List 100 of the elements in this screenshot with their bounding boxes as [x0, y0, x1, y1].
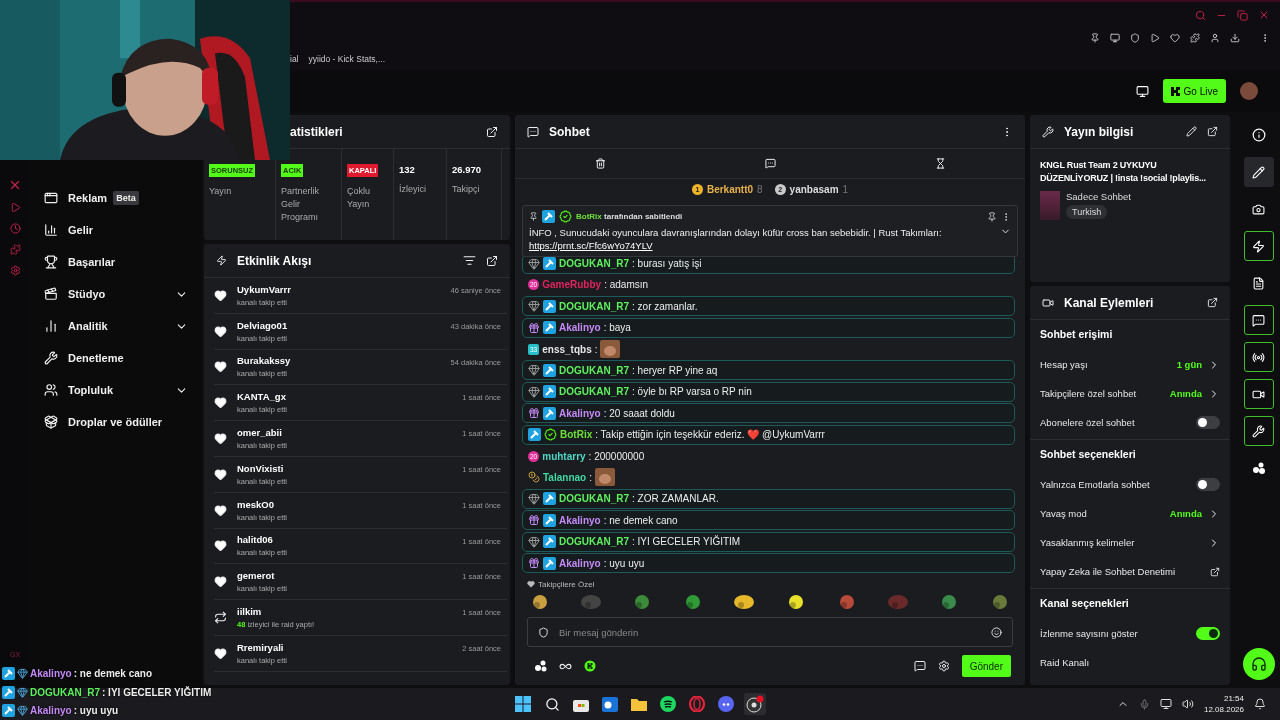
go-live-button[interactable]: Go Live	[1162, 79, 1226, 103]
toggle-switch[interactable]	[1196, 627, 1220, 640]
nav-item[interactable]: Gelir	[44, 214, 202, 246]
restore-icon[interactable]	[1237, 9, 1248, 21]
pencil-icon[interactable]	[1186, 126, 1197, 137]
dots-icon[interactable]	[535, 660, 547, 672]
toggle-switch[interactable]	[1196, 416, 1220, 429]
nav-item[interactable]: Reklam Beta	[44, 182, 202, 214]
message-text: : ne demek cano	[603, 514, 678, 526]
toggle-switch[interactable]	[1196, 478, 1220, 491]
network-icon[interactable]	[1159, 698, 1172, 710]
chat-username[interactable]: GameRubby	[542, 279, 602, 291]
popout-icon[interactable]	[1207, 126, 1218, 137]
screen-icon[interactable]	[1110, 33, 1120, 43]
overlay-username: Akalinyo	[30, 705, 72, 717]
nav-item[interactable]: Başarılar	[44, 246, 202, 278]
clock-icon[interactable]	[9, 223, 21, 234]
nav-item[interactable]: Droplar ve ödüller	[44, 406, 202, 438]
windows-icon[interactable]	[515, 696, 531, 712]
category-name[interactable]: Sadece Sohbet	[1066, 191, 1131, 202]
rail-button[interactable]	[1243, 305, 1274, 335]
shield-icon[interactable]	[1130, 33, 1140, 43]
heart-icon	[214, 432, 227, 446]
panel-title: Yayın bilgisi	[1064, 124, 1135, 139]
chat-username[interactable]: Akalinyo	[559, 514, 601, 526]
rail-button[interactable]	[1243, 342, 1274, 372]
heart-icon[interactable]	[1170, 33, 1180, 43]
chat-username[interactable]: Akalinyo	[559, 407, 601, 419]
popout-icon[interactable]	[486, 254, 498, 267]
broadcast-icon	[1252, 350, 1265, 364]
nav-item[interactable]: Analitik	[44, 310, 202, 342]
chat-username[interactable]: DOGUKAN_R7	[559, 386, 629, 398]
category-thumbnail	[1040, 191, 1060, 220]
trash-icon[interactable]	[594, 158, 606, 169]
hammer-icon	[528, 428, 541, 442]
close-icon[interactable]	[1258, 9, 1270, 21]
send-button[interactable]: Gönder	[961, 655, 1011, 677]
emoji-icon[interactable]	[991, 626, 1002, 638]
chat-username[interactable]: DOGUKAN_R7	[559, 258, 629, 270]
filter-icon[interactable]	[463, 254, 476, 267]
music-app-icon[interactable]	[660, 696, 676, 712]
chat-username[interactable]: BotRix	[560, 429, 593, 441]
hammer-icon	[543, 299, 556, 313]
chat-username[interactable]: muhtarry	[542, 450, 586, 462]
rail-button[interactable]	[1243, 231, 1274, 261]
rail-button[interactable]	[1243, 379, 1274, 409]
volume-icon[interactable]	[1181, 698, 1194, 710]
discord-icon[interactable]	[718, 696, 734, 712]
pinned-link[interactable]: https://prnt.sc/Ffc6wYo74YLV	[529, 240, 653, 251]
notification-icon[interactable]	[1254, 698, 1266, 710]
search-icon[interactable]	[544, 696, 560, 712]
x-icon[interactable]	[8, 178, 22, 192]
help-button[interactable]	[1242, 648, 1275, 680]
chat-username[interactable]: DOGUKAN_R7	[559, 365, 629, 376]
message-text: : uyu uyu	[603, 557, 645, 569]
play-icon[interactable]	[1150, 33, 1160, 43]
chat-username[interactable]: DOGUKAN_R7	[559, 493, 629, 505]
popout-icon[interactable]	[1207, 297, 1218, 308]
pin-icon[interactable]	[1090, 33, 1100, 43]
chat-username[interactable]: Akalinyo	[559, 557, 601, 569]
bookmark-link[interactable]: ial	[290, 54, 299, 64]
heart-icon	[527, 580, 535, 588]
clock-widget[interactable]: 21:54 12.08.2026	[1203, 694, 1244, 714]
recorder-icon[interactable]	[746, 695, 764, 713]
mail-icon[interactable]	[602, 696, 618, 712]
popout-icon[interactable]	[486, 125, 498, 138]
k-logo-icon[interactable]	[584, 660, 596, 672]
chat-username[interactable]: Akalinyo	[559, 322, 601, 334]
activity-username: halitd06	[237, 534, 274, 546]
chat-username[interactable]: Talannao	[543, 471, 587, 483]
chat-username[interactable]: DOGUKAN_R7	[559, 300, 629, 312]
pin-icon[interactable]	[987, 211, 997, 222]
nav-label: Droplar ve ödüller	[68, 416, 163, 428]
rail-button[interactable]	[1243, 157, 1274, 187]
download-icon[interactable]	[1230, 33, 1240, 43]
rail-button[interactable]	[1243, 416, 1274, 446]
nav-item[interactable]: Stüdyo	[44, 278, 202, 310]
nav-item[interactable]: Denetleme	[44, 342, 202, 374]
chat-icon[interactable]	[913, 660, 926, 672]
message-input[interactable]: Bir mesaj gönderin	[557, 625, 983, 639]
chat-icon	[1252, 313, 1265, 327]
screen-icon[interactable]	[1135, 84, 1149, 98]
user-avatar[interactable]	[1240, 82, 1258, 100]
hourglass-icon[interactable]	[934, 158, 946, 169]
bookmark-link[interactable]: yyiido - Kick Stats,...	[308, 54, 386, 64]
nav-item[interactable]: Topluluk	[44, 374, 202, 406]
user-icon[interactable]	[1210, 33, 1220, 43]
chat-username[interactable]: DOGUKAN_R7	[559, 536, 629, 548]
heart-icon	[214, 646, 227, 660]
message-field[interactable]: Bir mesaj gönderin	[527, 617, 1013, 647]
microphone-icon[interactable]	[1138, 698, 1150, 710]
setting-label: İzlenme sayısını göster	[1040, 628, 1139, 639]
chat-username[interactable]: enss_tqbs	[542, 343, 592, 355]
external-link-icon[interactable]	[1210, 566, 1220, 577]
emote-icon[interactable]	[733, 594, 756, 610]
heart-icon	[214, 467, 227, 481]
browser-icon[interactable]	[689, 696, 705, 712]
folder-icon[interactable]	[631, 697, 647, 711]
overlay-message: : IYI GECELER YIĞITIM	[102, 686, 212, 698]
activity-username: meskO0	[237, 498, 275, 510]
